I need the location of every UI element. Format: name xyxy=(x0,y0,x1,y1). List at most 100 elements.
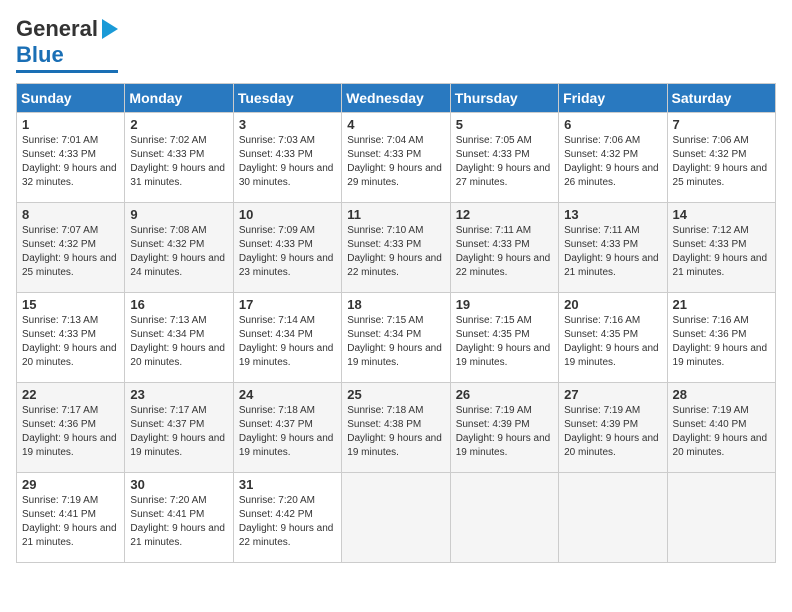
col-header-sunday: Sunday xyxy=(17,84,125,113)
calendar-cell: 17 Sunrise: 7:14 AMSunset: 4:34 PMDayligh… xyxy=(233,293,341,383)
calendar-cell: 1Sunrise: 7:01 AMSunset: 4:33 PMDaylight… xyxy=(17,113,125,203)
day-info: Sunrise: 7:16 AMSunset: 4:35 PMDaylight:… xyxy=(564,314,661,370)
day-info: Sunrise: 7:13 AMSunset: 4:34 PMDaylight:… xyxy=(130,314,227,370)
calendar-cell: 13Sunrise: 7:11 AMSunset: 4:33 PMDayligh… xyxy=(559,203,667,293)
day-info: Sunrise: 7:16 AMSunset: 4:36 PMDaylight:… xyxy=(673,314,770,370)
day-number: 28 xyxy=(673,387,770,402)
day-number: 10 xyxy=(239,207,336,222)
week-row-5: 29 Sunrise: 7:19 AMSunset: 4:41 PMDayligh… xyxy=(17,473,776,563)
calendar-cell: 27Sunrise: 7:19 AMSunset: 4:39 PMDayligh… xyxy=(559,383,667,473)
day-number: 23 xyxy=(130,387,227,402)
day-info: Sunrise: 7:07 AMSunset: 4:32 PMDaylight:… xyxy=(22,224,119,280)
logo: General Blue xyxy=(16,16,118,73)
calendar-cell: 28 Sunrise: 7:19 AMSunset: 4:40 PMDayligh… xyxy=(667,383,775,473)
calendar-header-row: SundayMondayTuesdayWednesdayThursdayFrid… xyxy=(17,84,776,113)
day-number: 7 xyxy=(673,117,770,132)
day-number: 17 xyxy=(239,297,336,312)
day-number: 6 xyxy=(564,117,661,132)
day-number: 11 xyxy=(347,207,444,222)
logo-arrow-icon xyxy=(102,19,118,39)
logo-general: General xyxy=(16,16,98,42)
day-number: 24 xyxy=(239,387,336,402)
day-info: Sunrise: 7:20 AMSunset: 4:42 PMDaylight:… xyxy=(239,494,336,550)
calendar-cell: 11 Sunrise: 7:10 AMSunset: 4:33 PMDayligh… xyxy=(342,203,450,293)
day-number: 30 xyxy=(130,477,227,492)
day-number: 1 xyxy=(22,117,119,132)
calendar-table: SundayMondayTuesdayWednesdayThursdayFrid… xyxy=(16,83,776,563)
calendar-cell: 26 Sunrise: 7:19 AMSunset: 4:39 PMDayligh… xyxy=(450,383,558,473)
header: General Blue xyxy=(16,16,776,73)
day-info: Sunrise: 7:05 AMSunset: 4:33 PMDaylight:… xyxy=(456,134,553,190)
week-row-1: 1Sunrise: 7:01 AMSunset: 4:33 PMDaylight… xyxy=(17,113,776,203)
day-info: Sunrise: 7:02 AMSunset: 4:33 PMDaylight:… xyxy=(130,134,227,190)
day-number: 31 xyxy=(239,477,336,492)
calendar-cell: 2 Sunrise: 7:02 AMSunset: 4:33 PMDaylight… xyxy=(125,113,233,203)
logo-underline xyxy=(16,70,118,73)
day-number: 20 xyxy=(564,297,661,312)
week-row-3: 15 Sunrise: 7:13 AMSunset: 4:33 PMDayligh… xyxy=(17,293,776,383)
week-row-4: 22Sunrise: 7:17 AMSunset: 4:36 PMDayligh… xyxy=(17,383,776,473)
calendar-cell: 8 Sunrise: 7:07 AMSunset: 4:32 PMDaylight… xyxy=(17,203,125,293)
calendar-cell xyxy=(450,473,558,563)
col-header-friday: Friday xyxy=(559,84,667,113)
calendar-cell: 12Sunrise: 7:11 AMSunset: 4:33 PMDayligh… xyxy=(450,203,558,293)
calendar-cell: 15 Sunrise: 7:13 AMSunset: 4:33 PMDayligh… xyxy=(17,293,125,383)
day-number: 8 xyxy=(22,207,119,222)
calendar-cell xyxy=(342,473,450,563)
day-number: 26 xyxy=(456,387,553,402)
day-number: 29 xyxy=(22,477,119,492)
col-header-saturday: Saturday xyxy=(667,84,775,113)
calendar-cell: 29 Sunrise: 7:19 AMSunset: 4:41 PMDayligh… xyxy=(17,473,125,563)
day-info: Sunrise: 7:18 AMSunset: 4:37 PMDaylight:… xyxy=(239,404,336,460)
logo-blue: Blue xyxy=(16,42,64,68)
day-number: 19 xyxy=(456,297,553,312)
calendar-cell: 19 Sunrise: 7:15 AMSunset: 4:35 PMDayligh… xyxy=(450,293,558,383)
calendar-cell: 10 Sunrise: 7:09 AMSunset: 4:33 PMDayligh… xyxy=(233,203,341,293)
calendar-cell: 14Sunrise: 7:12 AMSunset: 4:33 PMDayligh… xyxy=(667,203,775,293)
calendar-cell: 21 Sunrise: 7:16 AMSunset: 4:36 PMDayligh… xyxy=(667,293,775,383)
calendar-cell xyxy=(667,473,775,563)
col-header-monday: Monday xyxy=(125,84,233,113)
day-info: Sunrise: 7:06 AMSunset: 4:32 PMDaylight:… xyxy=(564,134,661,190)
calendar-cell: 7Sunrise: 7:06 AMSunset: 4:32 PMDaylight… xyxy=(667,113,775,203)
day-info: Sunrise: 7:15 AMSunset: 4:35 PMDaylight:… xyxy=(456,314,553,370)
day-info: Sunrise: 7:19 AMSunset: 4:39 PMDaylight:… xyxy=(456,404,553,460)
day-info: Sunrise: 7:18 AMSunset: 4:38 PMDaylight:… xyxy=(347,404,444,460)
calendar-cell: 22Sunrise: 7:17 AMSunset: 4:36 PMDayligh… xyxy=(17,383,125,473)
day-number: 16 xyxy=(130,297,227,312)
day-info: Sunrise: 7:08 AMSunset: 4:32 PMDaylight:… xyxy=(130,224,227,280)
day-info: Sunrise: 7:19 AMSunset: 4:41 PMDaylight:… xyxy=(22,494,119,550)
calendar-cell: 25Sunrise: 7:18 AMSunset: 4:38 PMDayligh… xyxy=(342,383,450,473)
col-header-tuesday: Tuesday xyxy=(233,84,341,113)
day-info: Sunrise: 7:03 AMSunset: 4:33 PMDaylight:… xyxy=(239,134,336,190)
day-info: Sunrise: 7:19 AMSunset: 4:39 PMDaylight:… xyxy=(564,404,661,460)
col-header-wednesday: Wednesday xyxy=(342,84,450,113)
calendar-cell: 6 Sunrise: 7:06 AMSunset: 4:32 PMDaylight… xyxy=(559,113,667,203)
calendar-cell: 30 Sunrise: 7:20 AMSunset: 4:41 PMDayligh… xyxy=(125,473,233,563)
calendar-cell: 24 Sunrise: 7:18 AMSunset: 4:37 PMDayligh… xyxy=(233,383,341,473)
day-number: 12 xyxy=(456,207,553,222)
week-row-2: 8 Sunrise: 7:07 AMSunset: 4:32 PMDaylight… xyxy=(17,203,776,293)
calendar-cell: 18Sunrise: 7:15 AMSunset: 4:34 PMDayligh… xyxy=(342,293,450,383)
day-info: Sunrise: 7:19 AMSunset: 4:40 PMDaylight:… xyxy=(673,404,770,460)
day-number: 9 xyxy=(130,207,227,222)
calendar-cell: 4 Sunrise: 7:04 AMSunset: 4:33 PMDaylight… xyxy=(342,113,450,203)
day-info: Sunrise: 7:20 AMSunset: 4:41 PMDaylight:… xyxy=(130,494,227,550)
day-info: Sunrise: 7:04 AMSunset: 4:33 PMDaylight:… xyxy=(347,134,444,190)
day-info: Sunrise: 7:17 AMSunset: 4:37 PMDaylight:… xyxy=(130,404,227,460)
day-info: Sunrise: 7:09 AMSunset: 4:33 PMDaylight:… xyxy=(239,224,336,280)
day-number: 15 xyxy=(22,297,119,312)
day-number: 18 xyxy=(347,297,444,312)
day-info: Sunrise: 7:13 AMSunset: 4:33 PMDaylight:… xyxy=(22,314,119,370)
day-info: Sunrise: 7:10 AMSunset: 4:33 PMDaylight:… xyxy=(347,224,444,280)
calendar-cell: 23 Sunrise: 7:17 AMSunset: 4:37 PMDayligh… xyxy=(125,383,233,473)
day-number: 4 xyxy=(347,117,444,132)
day-info: Sunrise: 7:11 AMSunset: 4:33 PMDaylight:… xyxy=(564,224,661,280)
col-header-thursday: Thursday xyxy=(450,84,558,113)
day-info: Sunrise: 7:14 AMSunset: 4:34 PMDaylight:… xyxy=(239,314,336,370)
day-number: 5 xyxy=(456,117,553,132)
calendar-cell: 3Sunrise: 7:03 AMSunset: 4:33 PMDaylight… xyxy=(233,113,341,203)
day-number: 2 xyxy=(130,117,227,132)
calendar-cell: 20 Sunrise: 7:16 AMSunset: 4:35 PMDayligh… xyxy=(559,293,667,383)
day-number: 21 xyxy=(673,297,770,312)
